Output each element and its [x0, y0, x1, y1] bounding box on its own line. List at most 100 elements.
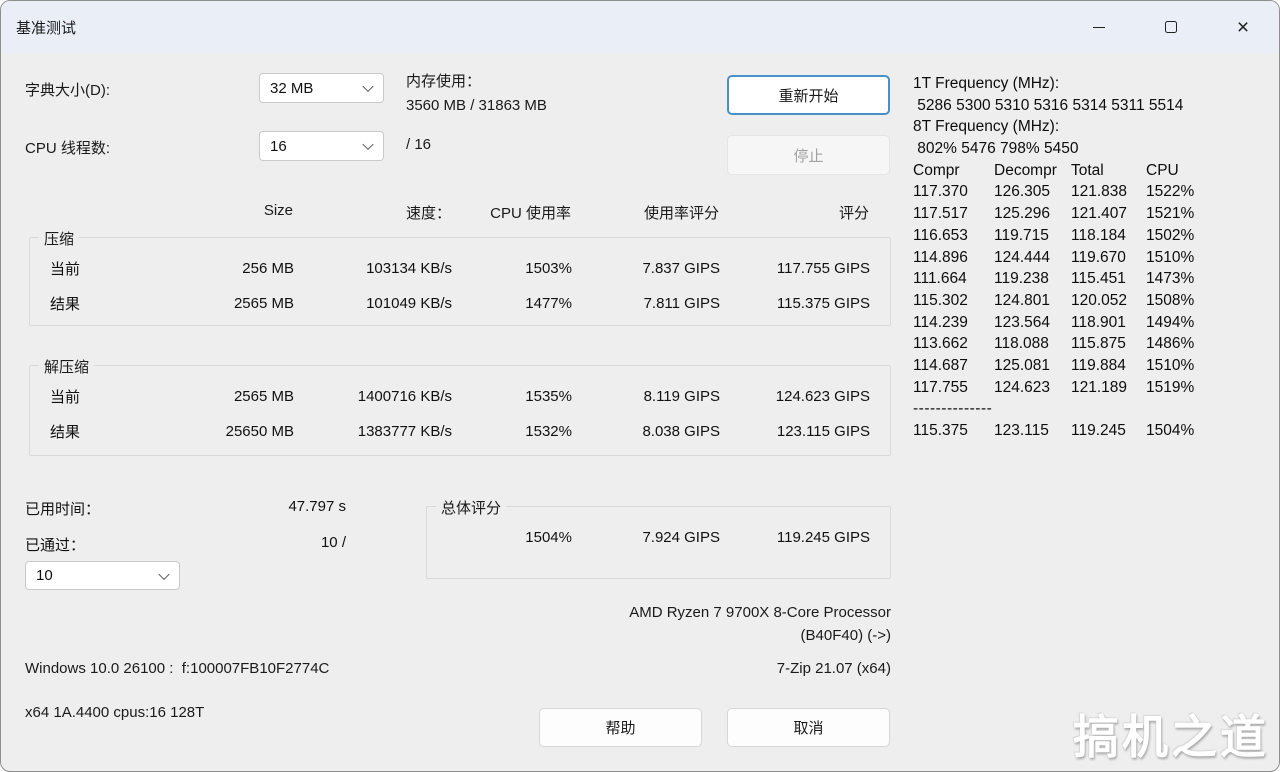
- cell: 124.801: [994, 291, 1051, 309]
- cell: 123.564: [994, 313, 1051, 331]
- total-usage-rating: 7.924 GIPS: [642, 529, 720, 546]
- cell: 117.755: [913, 378, 968, 396]
- compression-group: 压缩 当前 256 MB 103134 KB/s 1503% 7.837 GIP…: [29, 228, 891, 326]
- cell: 1486%: [1146, 335, 1195, 353]
- cell: 125.081: [994, 356, 1051, 374]
- close-button[interactable]: ×: [1207, 1, 1279, 53]
- cell: 114.896: [913, 248, 968, 266]
- log-row: 114.239 123.564 118.901 1494%: [913, 312, 1273, 334]
- cell: 119.238: [994, 270, 1049, 288]
- total-cpu-usage: 1504%: [525, 529, 572, 546]
- cell: 117.370: [913, 183, 968, 201]
- cell: 1502%: [1146, 226, 1195, 244]
- cell: 119.884: [1071, 356, 1126, 374]
- col-speed: 速度：: [405, 205, 451, 222]
- cell: 118.901: [1071, 313, 1126, 331]
- decompression-group: 解压缩 当前 2565 MB 1400716 KB/s 1535% 8.119 …: [29, 356, 891, 456]
- freq-1t-values: 5286 5300 5310 5316 5314 5311 5514: [913, 96, 1184, 114]
- stop-button: 停止: [727, 135, 890, 175]
- cell-rating: 123.115 GIPS: [776, 423, 870, 440]
- cell-cpu-usage: 1535%: [525, 388, 572, 405]
- cpu-threads-max: / 16: [406, 136, 432, 153]
- cell-speed: 103134 KB/s: [366, 260, 452, 277]
- cell-usage-rating: 8.119 GIPS: [643, 388, 720, 405]
- cell: 113.662: [913, 335, 968, 353]
- cell: 1473%: [1146, 270, 1195, 288]
- log-separator: --------------: [913, 400, 993, 418]
- cell: 123.115: [994, 422, 1049, 439]
- cell: 1519%: [1146, 378, 1195, 396]
- cell: 1494%: [1146, 313, 1195, 331]
- decompression-result-row: 结果 25650 MB 1383777 KB/s 1532% 8.038 GIP…: [30, 414, 890, 449]
- app-version: 7-Zip 21.07 (x64): [776, 660, 891, 677]
- elapsed-label: 已用时间：: [25, 501, 101, 518]
- log-row: 111.664 119.238 115.451 1473%: [913, 268, 1273, 290]
- arch-info: x64 1A.4400 cpus:16 128T: [25, 704, 205, 721]
- log-row: 113.662 118.088 115.875 1486%: [913, 333, 1273, 355]
- cell: 124.444: [994, 248, 1051, 266]
- cell-cpu-usage: 1532%: [525, 423, 572, 440]
- chevron-down-icon: [362, 80, 374, 93]
- passes-select-value: 10: [36, 567, 53, 584]
- minimize-button[interactable]: [1063, 1, 1135, 53]
- cell: 118.088: [994, 335, 1049, 353]
- cell: 120.052: [1071, 291, 1128, 309]
- minimize-icon: [1093, 26, 1105, 28]
- window-controls: ×: [1063, 1, 1279, 53]
- os-version: Windows 10.0 26100 : f:100007FB10F2774C: [25, 660, 330, 677]
- log-col-compr: Compr: [913, 161, 960, 179]
- cell: 1521%: [1146, 205, 1195, 223]
- cpu-log-panel: 1T Frequency (MHz): 5286 5300 5310 5316 …: [913, 73, 1273, 442]
- header-spacer: [29, 202, 159, 223]
- cell: 1510%: [1146, 248, 1195, 266]
- cpu-threads-label: CPU 线程数:: [25, 140, 111, 157]
- log-header-row: Compr Decompr Total CPU: [913, 160, 1273, 182]
- cell: 121.407: [1071, 205, 1128, 223]
- watermark: 搞机之道: [1073, 711, 1269, 763]
- passes-select[interactable]: 10: [25, 561, 180, 590]
- cell: 115.302: [913, 291, 968, 309]
- cell: 119.715: [994, 226, 1049, 244]
- cell: 116.653: [913, 226, 968, 244]
- row-label: 当前: [50, 389, 81, 406]
- cell: 117.517: [913, 205, 968, 223]
- total-rating: 119.245 GIPS: [776, 529, 870, 546]
- compression-result-row: 结果 2565 MB 101049 KB/s 1477% 7.811 GIPS …: [30, 286, 890, 321]
- log-col-decompr: Decompr: [994, 161, 1057, 179]
- cell: 115.375: [913, 422, 968, 439]
- cell-usage-rating: 7.837 GIPS: [642, 260, 720, 277]
- cell: 1504%: [1146, 422, 1195, 439]
- log-col-cpu: CPU: [1146, 161, 1179, 179]
- dictionary-size-value: 32 MB: [270, 79, 314, 97]
- cell: 1522%: [1146, 183, 1195, 201]
- log-row: 115.302 124.801 120.052 1508%: [913, 290, 1273, 312]
- benchmark-dialog: 基准测试 × 字典大小(D): 32 MB 内存使用： 3560 MB / 31…: [0, 0, 1280, 772]
- cell: 115.451: [1071, 270, 1126, 288]
- cell-cpu-usage: 1477%: [525, 295, 572, 312]
- cell: 118.184: [1071, 226, 1126, 244]
- log-total-row: 115.375 123.115 119.245 1504%: [913, 420, 1273, 442]
- log-row: 114.687 125.081 119.884 1510%: [913, 355, 1273, 377]
- cancel-button[interactable]: 取消: [727, 708, 890, 747]
- cpu-name: AMD Ryzen 7 9700X 8-Core Processor: [629, 604, 891, 621]
- passes-label: 已通过：: [25, 537, 86, 554]
- cell: 121.189: [1071, 378, 1128, 396]
- cpu-threads-select[interactable]: 16: [259, 131, 384, 161]
- col-rating: 评分: [838, 205, 869, 222]
- dictionary-size-label: 字典大小(D):: [25, 82, 110, 99]
- help-button[interactable]: 帮助: [539, 708, 702, 747]
- cell-speed: 1400716 KB/s: [357, 388, 452, 405]
- passes-value: 10 /: [320, 534, 346, 551]
- cell: 119.245: [1071, 422, 1126, 439]
- cell: 119.670: [1071, 248, 1126, 266]
- restart-button[interactable]: 重新开始: [727, 75, 890, 115]
- cell-size: 2565 MB: [233, 388, 294, 405]
- log-col-total: Total: [1071, 161, 1104, 179]
- cell: 114.687: [913, 356, 968, 374]
- cell-size: 25650 MB: [225, 423, 294, 440]
- dictionary-size-select[interactable]: 32 MB: [259, 73, 384, 103]
- cell: 1508%: [1146, 291, 1195, 309]
- maximize-button[interactable]: [1135, 1, 1207, 53]
- cell: 115.875: [1071, 335, 1126, 353]
- log-row: 117.755 124.623 121.189 1519%: [913, 377, 1273, 399]
